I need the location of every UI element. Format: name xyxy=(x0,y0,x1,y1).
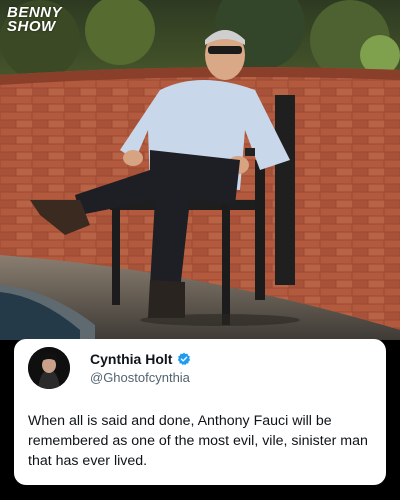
tweet-card: Cynthia Holt @Ghostofcynthia When all is… xyxy=(14,339,386,485)
author-name-row: Cynthia Holt xyxy=(90,351,191,367)
logo-line-2: SHOW xyxy=(7,18,56,36)
author-handle[interactable]: @Ghostofcynthia xyxy=(90,370,190,385)
author-name[interactable]: Cynthia Holt xyxy=(90,351,172,367)
verified-badge-icon xyxy=(177,352,191,366)
benny-show-logo: BENNY SHOW xyxy=(7,5,62,36)
tweet-text: When all is said and done, Anthony Fauci… xyxy=(28,413,368,469)
avatar[interactable] xyxy=(28,347,70,389)
